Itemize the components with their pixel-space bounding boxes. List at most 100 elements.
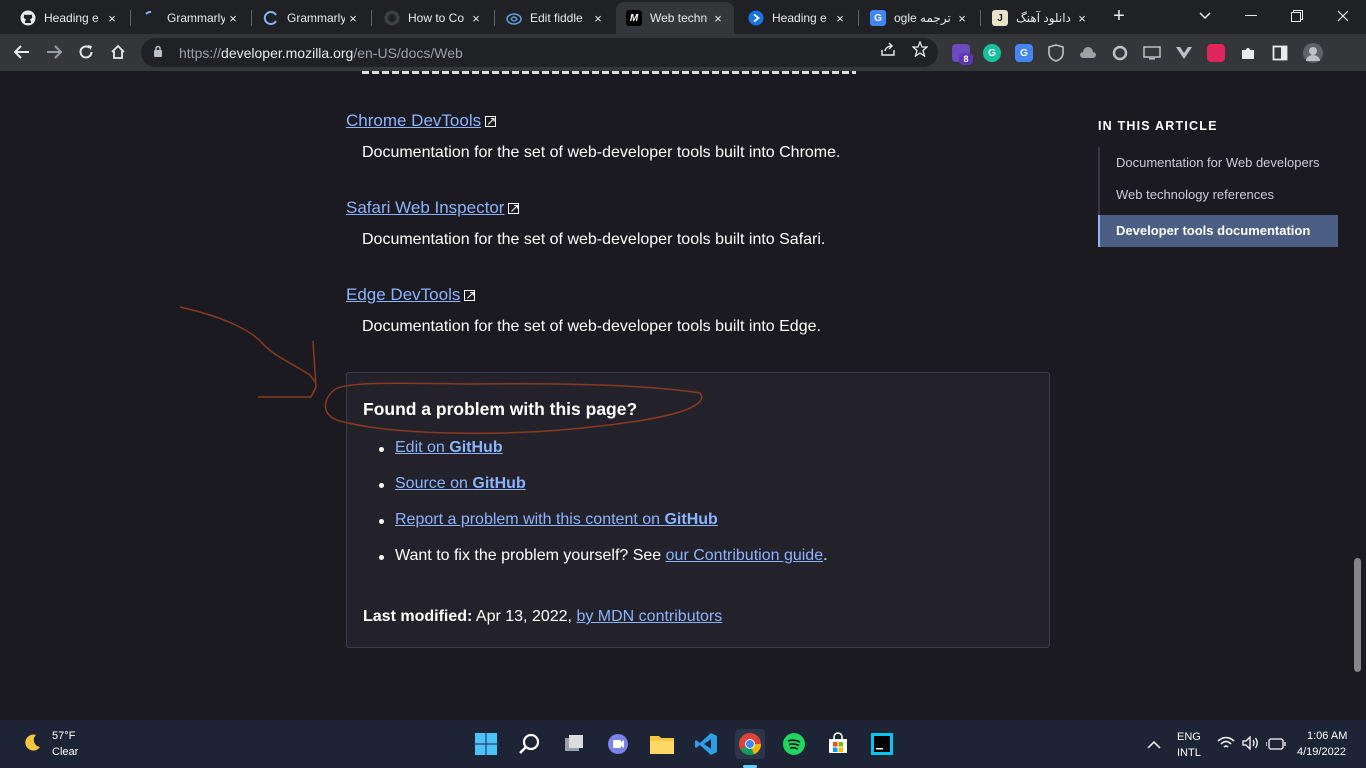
edge-extension-icon[interactable]	[1111, 44, 1129, 62]
screen-extension-icon[interactable]	[1143, 44, 1161, 62]
tab-divider	[130, 10, 131, 26]
url-path: /en-US/docs/Web	[353, 44, 463, 61]
webstorm-icon[interactable]	[867, 729, 897, 759]
puzzle-icon[interactable]	[1239, 44, 1257, 62]
screen: { "browser": { "tabs": [ {"title": "Head…	[0, 0, 1366, 768]
home-button[interactable]	[104, 38, 132, 66]
vscode-icon[interactable]	[691, 729, 721, 759]
tab-divider	[251, 10, 252, 26]
close-window-button[interactable]	[1320, 0, 1366, 32]
wifi-icon[interactable]	[1217, 736, 1235, 755]
file-explorer-icon[interactable]	[647, 729, 677, 759]
github-icon	[20, 10, 36, 26]
tab-5[interactable]: Edit fiddle ×	[496, 2, 614, 34]
forward-arrow-icon	[47, 45, 62, 59]
site-icon: J	[992, 10, 1008, 26]
tab-6-active[interactable]: M Web techn ×	[616, 2, 734, 34]
store-icon[interactable]	[823, 729, 853, 759]
browser-toolbar: https://developer.mozilla.org/en-US/docs…	[0, 34, 1366, 71]
close-icon	[1337, 10, 1349, 22]
restore-button[interactable]	[1274, 0, 1320, 32]
page-scrollbar[interactable]	[1354, 558, 1361, 672]
github-icon	[384, 10, 400, 26]
volume-icon[interactable]	[1242, 735, 1260, 755]
bookmark-button[interactable]	[908, 38, 932, 60]
clock-date: 4/19/2022	[1297, 746, 1346, 758]
battery-icon[interactable]	[1265, 737, 1286, 755]
mdn-icon: M	[626, 10, 642, 26]
tab-search-button[interactable]	[1182, 0, 1228, 32]
tab-7[interactable]: Heading e ×	[738, 2, 856, 34]
close-tab-icon[interactable]: ×	[225, 11, 241, 26]
chevron-down-icon	[1199, 12, 1211, 20]
share-icon	[881, 42, 895, 56]
jsfiddle-icon	[506, 10, 522, 26]
language-code[interactable]: ENG	[1177, 731, 1201, 743]
tab-divider	[494, 10, 495, 26]
clock-time[interactable]: 1:06 AM	[1307, 730, 1347, 742]
tab-9[interactable]: J دانلود آهنگ ×	[982, 2, 1098, 34]
shield-icon[interactable]	[1047, 44, 1065, 62]
close-tab-icon[interactable]: ×	[345, 11, 361, 26]
weather-temp[interactable]: 57°F	[52, 730, 75, 742]
blue-circle-icon	[748, 10, 764, 26]
close-tab-icon[interactable]: ×	[954, 11, 970, 26]
start-icon[interactable]	[471, 729, 501, 759]
pink-extension-icon[interactable]	[1207, 44, 1225, 62]
restore-icon	[1291, 10, 1303, 22]
minimize-icon	[1245, 15, 1257, 16]
tab-2[interactable]: Grammarly ×	[133, 2, 249, 34]
minimize-button[interactable]	[1228, 0, 1274, 32]
tab-title: Edit fiddle	[530, 11, 583, 25]
address-bar[interactable]: https://developer.mozilla.org/en-US/docs…	[141, 38, 938, 67]
close-tab-icon[interactable]: ×	[710, 11, 726, 26]
forward-button[interactable]	[40, 38, 68, 66]
hand-drawn-annotation	[179, 306, 703, 435]
tab-divider	[980, 10, 981, 26]
url-scheme: https://	[179, 44, 222, 61]
teams-chat-icon[interactable]	[603, 729, 633, 759]
tab-strip: Heading e × Grammarly × Grammarly × How …	[0, 0, 1366, 34]
translate-extension-icon[interactable]: G	[1015, 44, 1033, 62]
reload-button[interactable]	[72, 38, 100, 66]
chevron-up-icon[interactable]	[1147, 737, 1161, 755]
task-view-icon[interactable]	[559, 729, 589, 759]
reload-icon	[79, 45, 93, 59]
tab-1[interactable]: Heading e ×	[10, 2, 128, 34]
keyboard-layout: INTL	[1177, 747, 1201, 759]
tab-title: Heading e	[44, 11, 99, 25]
taskbar: 57°F Clear ENG INTL 1:06 AM 4/19/2022	[0, 720, 1366, 768]
spotify-icon[interactable]	[779, 729, 809, 759]
url-host: developer.mozilla.org	[221, 44, 354, 61]
tab-title: Web techn	[650, 11, 708, 25]
tab-3[interactable]: Grammarly ×	[253, 2, 369, 34]
loading-icon	[143, 10, 159, 26]
close-tab-icon[interactable]: ×	[1074, 11, 1090, 26]
back-button[interactable]	[8, 38, 36, 66]
close-tab-icon[interactable]: ×	[468, 11, 484, 26]
tab-title: How to Co	[408, 11, 465, 25]
new-tab-button[interactable]: +	[1104, 0, 1134, 32]
tab-title: Heading e	[772, 11, 827, 25]
tab-8[interactable]: G ogle ترجمه ×	[860, 2, 978, 34]
close-tab-icon[interactable]: ×	[590, 11, 606, 26]
tab-title: ogle ترجمه	[894, 11, 951, 25]
grammarly-icon[interactable]: G	[983, 44, 1001, 62]
share-button[interactable]	[876, 38, 900, 60]
side-panel-icon[interactable]	[1271, 44, 1289, 62]
close-tab-icon[interactable]: ×	[104, 11, 120, 26]
weather-desc: Clear	[52, 746, 79, 758]
search-icon[interactable]	[515, 729, 545, 759]
avatar[interactable]	[1303, 43, 1323, 63]
vue-extension-icon[interactable]	[1175, 44, 1193, 62]
tab-4[interactable]: How to Co ×	[374, 2, 492, 34]
google-translate-icon: G	[870, 10, 886, 26]
cloud-extension-icon[interactable]	[1079, 44, 1097, 62]
tab-divider	[858, 10, 859, 26]
extension-badge: 8	[959, 53, 973, 65]
close-tab-icon[interactable]: ×	[832, 11, 848, 26]
tab-divider	[371, 10, 372, 26]
tab-title: Grammarly	[287, 11, 345, 25]
page-content: Chrome DevTools ↗ Documentation for the s…	[0, 71, 1366, 720]
chrome-icon[interactable]	[735, 729, 765, 759]
